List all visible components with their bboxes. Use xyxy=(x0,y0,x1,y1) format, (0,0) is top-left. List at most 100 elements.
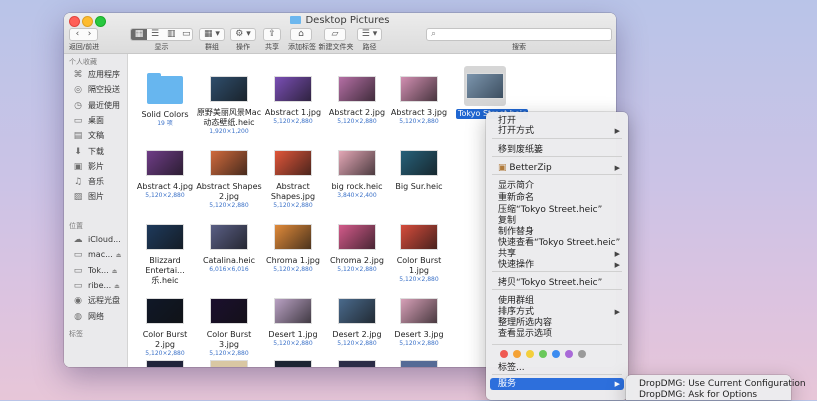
menu-item-share[interactable]: 共享 ▶ xyxy=(498,249,620,260)
gallery-view-icon[interactable]: ▭ xyxy=(182,29,191,40)
action-button[interactable]: ⚙ ▾ xyxy=(230,28,256,41)
group-button[interactable]: ▦ ▾ xyxy=(199,28,225,41)
eject-icon[interactable]: ⏏ xyxy=(114,283,120,290)
sidebar-item-location[interactable]: ▭ mac... ⏏ xyxy=(72,248,122,261)
file-item[interactable]: Solid Colors 19 项 xyxy=(132,64,198,128)
image-thumbnail[interactable] xyxy=(338,224,376,250)
new-folder-button[interactable]: ▱ xyxy=(324,28,346,41)
chevron-left-icon[interactable]: ‹ xyxy=(76,29,80,39)
menu-item-copy[interactable]: 拷贝“Tokyo Street.heic” xyxy=(498,278,620,289)
icon-view-icon[interactable]: ▦ xyxy=(131,29,147,40)
image-thumbnail[interactable] xyxy=(274,76,312,102)
column-view-icon[interactable]: ▥ xyxy=(167,29,176,40)
sidebar-item-favorite[interactable]: ♫ 音乐 xyxy=(72,175,104,188)
image-thumbnail[interactable] xyxy=(146,150,184,176)
back-forward-control[interactable]: ‹ › xyxy=(69,28,98,41)
sidebar-item-location[interactable]: ▭ ribe... ⏏ xyxy=(72,279,120,292)
image-thumbnail[interactable] xyxy=(210,224,248,250)
menu-item-compress[interactable]: 压缩“Tokyo Street.heic” xyxy=(498,205,620,216)
file-item[interactable]: Desert 2.jpg 5,120×2,880 xyxy=(324,286,390,348)
image-thumbnail[interactable] xyxy=(338,76,376,102)
tag-color-dot[interactable] xyxy=(526,350,534,358)
file-item[interactable]: Abstract 3.jpg 5,120×2,880 xyxy=(386,64,452,126)
tag-color-dot[interactable] xyxy=(552,350,560,358)
file-item[interactable]: Color Burst 1.jpg 5,120×2,880 xyxy=(386,212,452,284)
image-thumbnail[interactable] xyxy=(400,224,438,250)
sidebar-item-favorite[interactable]: ▨ 图片 xyxy=(72,190,104,203)
selected-file-highlight[interactable] xyxy=(464,66,506,106)
eject-icon[interactable]: ⏏ xyxy=(116,252,122,259)
chevron-right-icon[interactable]: › xyxy=(88,29,92,39)
folder-icon[interactable] xyxy=(147,73,183,104)
dropdmg-ask-options-item[interactable]: DropDMG: Ask for Options xyxy=(639,390,757,401)
file-item[interactable]: Big Sur.heic xyxy=(386,138,452,192)
image-thumbnail[interactable] xyxy=(274,224,312,250)
menu-item-quick-look[interactable]: 快速查看“Tokyo Street.heic” xyxy=(498,238,620,249)
sidebar-item-favorite[interactable]: ▣ 影片 xyxy=(72,160,104,173)
menu-item-services[interactable]: 服务 ▶ xyxy=(498,379,620,390)
file-item[interactable]: Chroma 2.jpg 5,120×2,880 xyxy=(324,212,390,274)
image-thumbnail[interactable] xyxy=(466,73,504,99)
file-item[interactable]: Color Burst 2.jpg 5,120×2,880 xyxy=(132,286,198,358)
menu-item-move-to-trash[interactable]: 移到废纸篓 xyxy=(498,145,620,156)
menu-item-quick-actions[interactable]: 快速操作 ▶ xyxy=(498,260,620,271)
menu-item-make-alias[interactable]: 制作替身 xyxy=(498,227,620,238)
sidebar-item-favorite[interactable]: ◎ 隔空投送 xyxy=(72,83,120,96)
sidebar-item-location[interactable]: ◉ 远程光盘 xyxy=(72,294,120,307)
file-item[interactable]: Abstract 4.jpg 5,120×2,880 xyxy=(132,138,198,200)
file-item[interactable]: big rock.heic 3,840×2,400 xyxy=(324,138,390,200)
file-item[interactable]: Catalina.heic 6,016×6,016 xyxy=(196,212,262,274)
image-thumbnail[interactable] xyxy=(338,150,376,176)
sidebar-item-favorite[interactable]: ⌘ 应用程序 xyxy=(72,68,121,81)
image-thumbnail[interactable] xyxy=(210,76,248,102)
list-view-icon[interactable]: ☰ xyxy=(151,29,159,40)
file-item[interactable]: Abstract 2.jpg 5,120×2,880 xyxy=(324,64,390,126)
file-item[interactable]: Abstract 1.jpg 5,120×2,880 xyxy=(260,64,326,126)
tag-color-dot[interactable] xyxy=(500,350,508,358)
sidebar-item-location[interactable]: ▭ Tok... ⏏ xyxy=(72,264,118,277)
file-item[interactable]: Desert 3.jpg 5,120×2,880 xyxy=(386,286,452,348)
sidebar-item-favorite[interactable]: ◷ 最近使用 xyxy=(72,99,120,112)
tag-color-dot[interactable] xyxy=(565,350,573,358)
tags-button[interactable]: ⌂ xyxy=(290,28,312,41)
menu-item-get-info[interactable]: 显示简介 xyxy=(498,181,620,192)
image-thumbnail[interactable] xyxy=(338,360,376,367)
view-switcher[interactable]: ▦ ☰ ▥ ▭ xyxy=(130,28,193,41)
file-item[interactable]: 原野美丽风景Mac动态壁纸.heic 1,920×1,200 xyxy=(196,64,262,136)
menu-item-betterzip[interactable]: ▣ BetterZip ▶ xyxy=(498,163,620,174)
image-thumbnail[interactable] xyxy=(400,360,438,367)
file-item[interactable]: Abstract Shapes.jpg 5,120×2,880 xyxy=(260,138,326,210)
sidebar-item-favorite[interactable]: ▭ 桌面 xyxy=(72,114,104,127)
menu-item-rename[interactable]: 重新命名 xyxy=(498,193,620,204)
search-input[interactable]: ⌕ xyxy=(426,28,612,41)
image-thumbnail[interactable] xyxy=(210,298,248,324)
image-thumbnail[interactable] xyxy=(210,150,248,176)
image-thumbnail[interactable] xyxy=(146,360,184,367)
tag-color-dot[interactable] xyxy=(578,350,586,358)
image-thumbnail[interactable] xyxy=(146,298,184,324)
eject-icon[interactable]: ⏏ xyxy=(112,268,118,275)
tag-color-dot[interactable] xyxy=(539,350,547,358)
file-item[interactable]: Color Burst 3.jpg 5,120×2,880 xyxy=(196,286,262,358)
menu-item-view-options[interactable]: 查看显示选项 xyxy=(498,329,620,340)
file-item[interactable]: Abstract Shapes 2.jpg 5,120×2,880 xyxy=(196,138,262,210)
image-thumbnail[interactable] xyxy=(146,224,184,250)
image-thumbnail[interactable] xyxy=(274,150,312,176)
sidebar-item-location[interactable]: ◍ 网络 xyxy=(72,310,104,323)
image-thumbnail[interactable] xyxy=(338,298,376,324)
menu-item-use-groups[interactable]: 使用群组 xyxy=(498,296,620,307)
tag-color-dot[interactable] xyxy=(513,350,521,358)
menu-item-open-with[interactable]: 打开方式 ▶ xyxy=(498,126,620,137)
menu-item-sort-by[interactable]: 排序方式 ▶ xyxy=(498,307,620,318)
menu-item-clean-up[interactable]: 整理所选内容 xyxy=(498,318,620,329)
path-button[interactable]: ☰ ▾ xyxy=(357,28,382,41)
image-thumbnail[interactable] xyxy=(274,298,312,324)
file-item[interactable]: Chroma 1.jpg 5,120×2,880 xyxy=(260,212,326,274)
share-button[interactable]: ⇪ xyxy=(263,28,281,41)
image-thumbnail[interactable] xyxy=(274,360,312,367)
sidebar-item-location[interactable]: ☁ iCloud... xyxy=(72,233,121,246)
dropdmg-current-config-item[interactable]: DropDMG: Use Current Configuration xyxy=(639,379,806,390)
menu-item-tags[interactable]: 标签... xyxy=(498,363,620,374)
sidebar-item-favorite[interactable]: ▤ 文稿 xyxy=(72,129,104,142)
file-item[interactable]: Desert 1.jpg 5,120×2,880 xyxy=(260,286,326,348)
